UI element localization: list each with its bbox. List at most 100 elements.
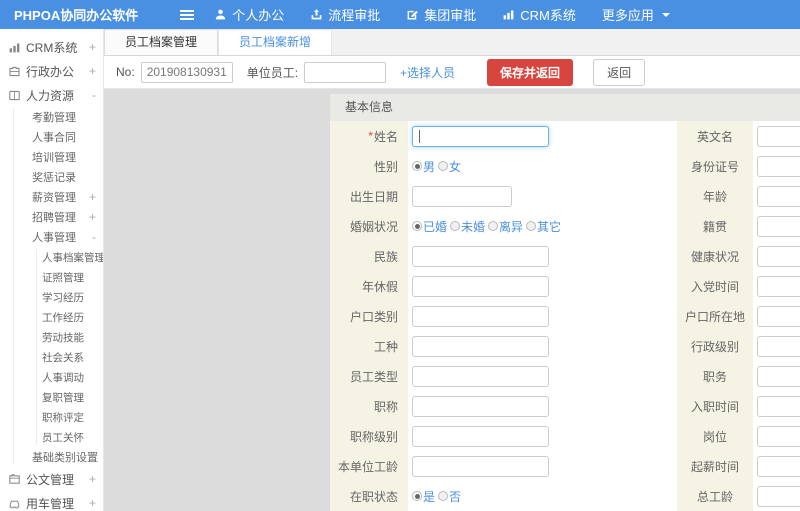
expand-icon[interactable]: + xyxy=(89,450,96,464)
radio-option-label[interactable]: 已婚 xyxy=(423,218,447,235)
sidebar-item-label: 复职管理 xyxy=(42,391,84,404)
radio-option-label[interactable]: 离异 xyxy=(499,218,523,235)
radio-button[interactable] xyxy=(438,161,449,171)
text-input[interactable] xyxy=(412,185,512,207)
nav-item[interactable]: 集团审批 xyxy=(406,5,476,24)
sidebar-item[interactable]: 行政办公 + xyxy=(0,59,103,83)
sidebar-item[interactable]: 人事调动 xyxy=(0,367,103,387)
sidebar-item[interactable]: 劳动技能 xyxy=(0,327,103,347)
expand-icon[interactable]: + xyxy=(89,496,96,510)
tab-employee-archive-new[interactable]: 员工档案新增 xyxy=(218,29,333,55)
return-button[interactable]: 返回 xyxy=(593,58,646,86)
text-input[interactable] xyxy=(412,245,549,267)
text-input[interactable] xyxy=(757,455,800,477)
sidebar-item[interactable]: 考勤管理 xyxy=(0,107,103,127)
text-input[interactable] xyxy=(757,395,800,417)
text-input[interactable] xyxy=(757,305,800,327)
sidebar-item[interactable]: 人力资源 - xyxy=(0,83,103,107)
radio-option-label[interactable]: 其它 xyxy=(537,218,561,235)
expand-icon[interactable]: + xyxy=(89,64,96,78)
text-input[interactable] xyxy=(757,245,800,267)
text-input[interactable] xyxy=(757,425,800,447)
radio-option-label[interactable]: 否 xyxy=(449,488,461,505)
sidebar-item[interactable]: 招聘管理 + xyxy=(0,207,103,227)
radio-button[interactable] xyxy=(526,221,537,231)
text-input[interactable] xyxy=(412,365,549,387)
form-field-cell xyxy=(753,271,800,301)
form-label: 员工类型 xyxy=(330,361,408,391)
radio-option-label[interactable]: 未婚 xyxy=(461,218,485,235)
radio-button[interactable] xyxy=(438,491,449,501)
sidebar-item[interactable]: 证照管理 xyxy=(0,267,103,287)
radio-button[interactable] xyxy=(488,221,499,231)
sidebar-item[interactable]: 公文管理 + xyxy=(0,467,103,491)
text-input[interactable] xyxy=(757,335,800,357)
nav-item[interactable]: 个人办公 xyxy=(214,5,284,24)
sidebar-item[interactable]: 学习经历 xyxy=(0,287,103,307)
tab-employee-archive-list[interactable]: 员工档案管理 xyxy=(104,29,219,55)
form-label: 在职状态 xyxy=(330,481,408,511)
sidebar-item[interactable]: 人事合同 xyxy=(0,127,103,147)
text-input[interactable] xyxy=(412,335,549,357)
form-field-cell xyxy=(753,361,800,391)
nav-item[interactable]: 流程审批 xyxy=(310,5,380,24)
sidebar-item[interactable]: 用车管理 + xyxy=(0,491,103,511)
text-input[interactable] xyxy=(757,485,800,507)
input-wrap xyxy=(412,185,512,207)
sidebar-item[interactable]: 工作经历 xyxy=(0,307,103,327)
input-wrap xyxy=(412,425,549,447)
text-input[interactable] xyxy=(757,155,800,177)
save-and-return-button[interactable]: 保存并返回 xyxy=(487,58,574,86)
sidebar-item[interactable]: 培训管理 xyxy=(0,147,103,167)
text-input[interactable] xyxy=(412,305,549,327)
text-input[interactable] xyxy=(757,365,800,387)
radio-button[interactable] xyxy=(412,161,422,171)
sidebar-item[interactable]: 薪资管理 + xyxy=(0,187,103,207)
sidebar-item[interactable]: 职称评定 xyxy=(0,407,103,427)
sidebar-item[interactable]: 人事档案管理 xyxy=(0,247,103,267)
sidebar-item[interactable]: CRM系统 + xyxy=(0,35,103,59)
select-person-link[interactable]: +选择人员 xyxy=(400,64,455,81)
form-field-cell xyxy=(753,451,800,481)
no-input[interactable] xyxy=(140,61,233,83)
sidebar-item[interactable]: 复职管理 xyxy=(0,387,103,407)
sidebar-item[interactable]: 员工关怀 xyxy=(0,427,103,447)
text-input[interactable] xyxy=(412,425,549,447)
sidebar-item[interactable]: 奖惩记录 xyxy=(0,167,103,187)
sidebar-item[interactable]: 人事管理 - xyxy=(0,227,103,247)
sidebar-item-label: 人事调动 xyxy=(42,371,84,384)
form-row: 性别男女身份证号 xyxy=(330,151,800,181)
text-input[interactable] xyxy=(757,125,800,147)
radio-option-label[interactable]: 是 xyxy=(423,488,435,505)
collapse-icon[interactable]: - xyxy=(92,230,96,244)
radio-button[interactable] xyxy=(412,491,422,501)
text-input[interactable] xyxy=(757,215,800,237)
expand-icon[interactable]: + xyxy=(89,472,96,486)
collapse-icon[interactable]: - xyxy=(92,88,96,102)
sidebar-item[interactable]: 基础类别设置 + xyxy=(0,447,103,467)
text-input[interactable] xyxy=(757,185,800,207)
text-input[interactable] xyxy=(412,125,549,147)
form-label: 工种 xyxy=(330,331,408,361)
form-label-text: 户口类别 xyxy=(349,309,398,324)
no-label: No: xyxy=(116,65,135,79)
expand-icon[interactable]: + xyxy=(89,210,96,224)
form-row: 职称 入职时间 xyxy=(330,391,800,421)
menu-toggle-icon[interactable] xyxy=(180,9,195,20)
text-input[interactable] xyxy=(412,395,549,417)
radio-option-label[interactable]: 女 xyxy=(449,158,461,175)
text-input[interactable] xyxy=(412,455,549,477)
sidebar-item[interactable]: 社会关系 xyxy=(0,347,103,367)
employee-input[interactable] xyxy=(304,61,387,83)
radio-button[interactable] xyxy=(450,221,461,231)
form-label-text: 性别 xyxy=(373,159,398,174)
text-input[interactable] xyxy=(412,275,549,297)
expand-icon[interactable]: + xyxy=(89,40,96,54)
sidebar-item-label: 工作经历 xyxy=(42,311,84,324)
radio-option-label[interactable]: 男 xyxy=(423,158,435,175)
nav-item[interactable]: 更多应用 xyxy=(602,5,670,24)
expand-icon[interactable]: + xyxy=(89,190,96,204)
nav-item[interactable]: CRM系统 xyxy=(502,5,576,24)
radio-button[interactable] xyxy=(412,221,422,231)
text-input[interactable] xyxy=(757,275,800,297)
